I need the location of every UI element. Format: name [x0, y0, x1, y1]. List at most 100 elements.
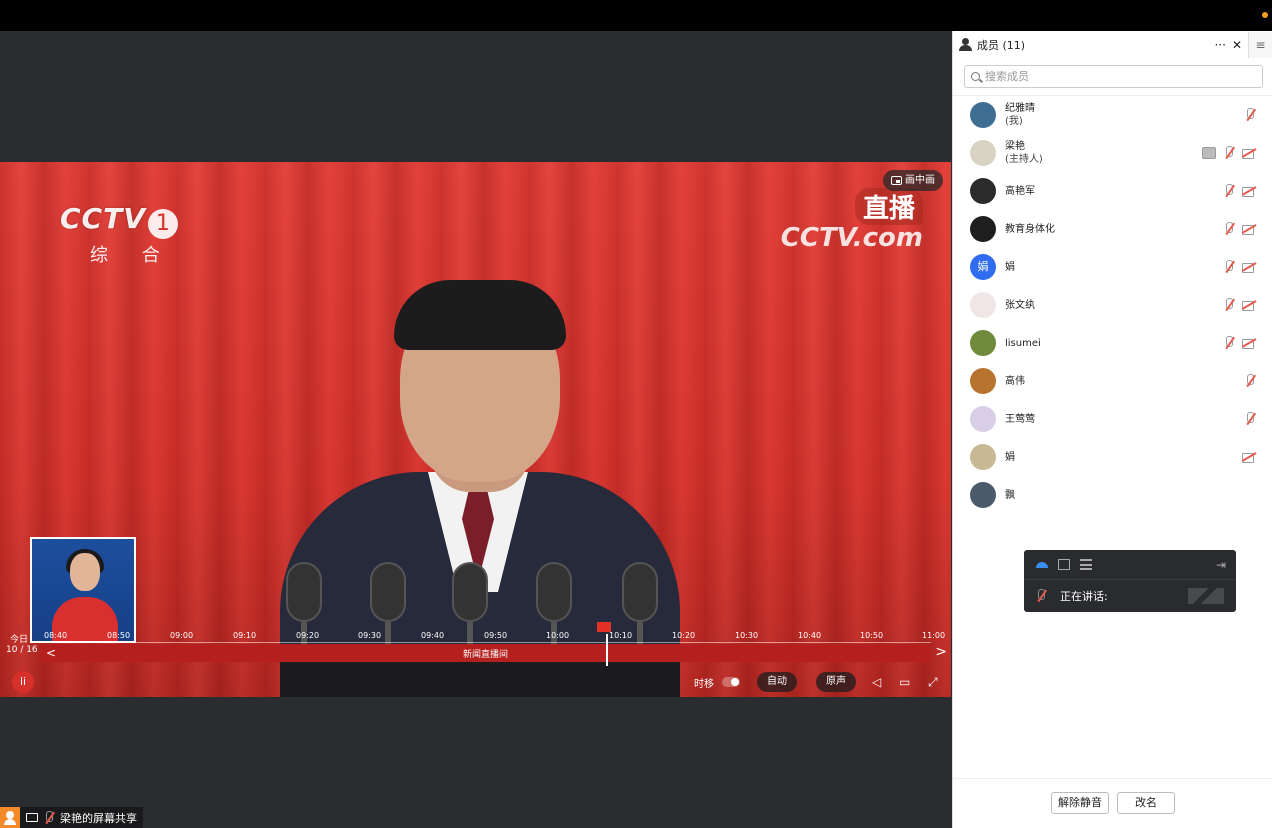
top-bar	[0, 0, 1272, 31]
theater-mode-icon[interactable]: ▭	[899, 675, 910, 689]
avatar	[970, 482, 996, 508]
camera-off-icon[interactable]	[1242, 298, 1257, 312]
mic-muted-icon[interactable]	[1222, 222, 1236, 236]
collapse-icon[interactable]: ⇥	[1216, 558, 1226, 572]
panel-menu-icon[interactable]: ≡	[1248, 32, 1272, 58]
avatar	[970, 292, 996, 318]
camera-off-icon[interactable]	[1242, 222, 1257, 236]
camera-off-icon[interactable]	[1242, 260, 1257, 274]
timeline-tick: 10:40	[798, 631, 822, 640]
live-label: 直播	[854, 188, 923, 225]
pip-icon	[891, 176, 902, 185]
member-item[interactable]: 娟	[953, 438, 1272, 476]
member-name: 教育身体化	[1005, 223, 1055, 235]
auto-quality-button[interactable]: 自动	[757, 672, 797, 692]
member-name: 张文纨	[1005, 299, 1035, 311]
timeline-tick: 10:50	[860, 631, 884, 640]
mic-muted-icon[interactable]	[1222, 260, 1236, 274]
members-header: 成员 (11) ··· ✕ ≡	[953, 31, 1272, 59]
channel-logo: CCTV 1 综 合	[60, 202, 178, 267]
screen-share-label[interactable]: 梁艳的屏幕共享	[0, 807, 143, 828]
timeline-tick: 10:30	[735, 631, 759, 640]
camera-off-icon[interactable]	[1242, 184, 1257, 198]
avatar	[970, 368, 996, 394]
live-site: CCTV.com	[780, 223, 923, 253]
member-item[interactable]: 梁艳 (主持人)	[953, 134, 1272, 172]
member-item[interactable]: 教育身体化	[953, 210, 1272, 248]
member-item[interactable]: 纪雅晴 (我)	[953, 96, 1272, 134]
timeline-date: 10 / 16	[6, 645, 38, 655]
speaker-hair	[394, 280, 566, 350]
gallery-view-icon[interactable]	[1058, 559, 1070, 570]
timeline-tick: 09:40	[421, 631, 445, 640]
avatar	[970, 216, 996, 242]
original-audio-button[interactable]: 原声	[816, 672, 856, 692]
members-title: 成员 (11)	[977, 39, 1026, 52]
rename-button[interactable]: 改名	[1117, 792, 1175, 814]
member-name: lisumei	[1005, 337, 1041, 349]
live-logo: 直播 CCTV.com	[781, 188, 923, 253]
speaking-label: 正在讲话:	[1060, 590, 1108, 603]
more-options-icon[interactable]: ···	[1214, 38, 1225, 52]
timeline-axis	[40, 642, 931, 643]
member-search[interactable]	[964, 65, 1263, 88]
timeline-tick: 09:50	[484, 631, 508, 640]
camera-off-icon[interactable]	[1242, 336, 1257, 350]
mic-muted-icon[interactable]	[1243, 374, 1257, 388]
player-logo-icon: li	[12, 671, 34, 693]
member-item[interactable]: lisumei	[953, 324, 1272, 362]
watermark-icon	[1188, 588, 1224, 604]
mic-muted-icon[interactable]	[1222, 298, 1236, 312]
avatar	[970, 102, 996, 128]
mic-muted-icon[interactable]	[1222, 184, 1236, 198]
camera-off-icon[interactable]	[1242, 146, 1257, 160]
timeline-today: 今日	[10, 635, 29, 645]
timeshift-toggle[interactable]	[722, 677, 740, 687]
avatar	[970, 178, 996, 204]
member-name: 王莺莺	[1005, 413, 1035, 425]
member-item[interactable]: 娟 娟	[953, 248, 1272, 286]
person-icon	[959, 38, 973, 52]
channel-brand: CCTV	[60, 202, 146, 235]
volume-icon[interactable]: ◁	[872, 675, 881, 689]
member-item[interactable]: 张文纨	[953, 286, 1272, 324]
chevron-right-icon[interactable]: >	[935, 644, 947, 660]
mic-muted-icon[interactable]	[1222, 336, 1236, 350]
member-item[interactable]: 飘	[953, 476, 1272, 514]
list-view-icon[interactable]	[1080, 559, 1092, 570]
fullscreen-icon[interactable]: ⤢	[928, 675, 938, 690]
timeline-tick: 09:10	[233, 631, 257, 640]
member-name: 高伟	[1005, 375, 1025, 387]
member-item[interactable]: 王莺莺	[953, 400, 1272, 438]
panel-footer: 解除静音 改名	[953, 778, 1272, 828]
timeline-tick: 08:50	[107, 631, 131, 640]
mic-muted-icon[interactable]	[1243, 108, 1257, 122]
picture-in-picture-button[interactable]: 画中画	[883, 170, 943, 191]
member-item[interactable]: 高艳军	[953, 172, 1272, 210]
unmute-button[interactable]: 解除静音	[1051, 792, 1109, 814]
mic-muted-icon[interactable]	[1243, 412, 1257, 426]
search-icon	[971, 72, 980, 81]
shared-video[interactable]: CCTV 1 综 合 直播 CCTV.com 画中画 今日 10 / 16 08…	[0, 162, 951, 697]
mic-muted-icon[interactable]	[1222, 146, 1236, 160]
member-role: (主持人)	[1005, 154, 1043, 165]
search-input[interactable]	[985, 70, 1245, 83]
pip-label: 画中画	[905, 175, 935, 186]
member-list: 纪雅晴 (我) 梁艳 (主持人) 高艳军 教育身体化 娟 娟 张文纨 lisum…	[953, 96, 1272, 514]
speaker-view-icon[interactable]	[1036, 561, 1048, 568]
member-item[interactable]: 高伟	[953, 362, 1272, 400]
speaking-indicator[interactable]: ⇥ 正在讲话:	[1024, 550, 1236, 612]
timeline-tick: 09:00	[170, 631, 194, 640]
screen-share-area: CCTV 1 综 合 直播 CCTV.com 画中画 今日 10 / 16 08…	[0, 31, 951, 828]
timeline-tick: 10:10	[609, 631, 633, 640]
user-icon	[0, 807, 20, 828]
avatar	[970, 444, 996, 470]
channel-number: 1	[147, 208, 178, 239]
close-icon[interactable]: ✕	[1232, 38, 1242, 52]
avatar	[970, 330, 996, 356]
member-name: 飘	[1005, 489, 1015, 501]
player-controls: li 时移 自动 原声 ◁ ▭ ⤢	[0, 667, 951, 697]
camera-off-icon[interactable]	[1242, 450, 1257, 464]
timeline-tick: 11:00	[922, 631, 946, 640]
program-bar[interactable]: < 新闻直播间	[40, 634, 931, 666]
